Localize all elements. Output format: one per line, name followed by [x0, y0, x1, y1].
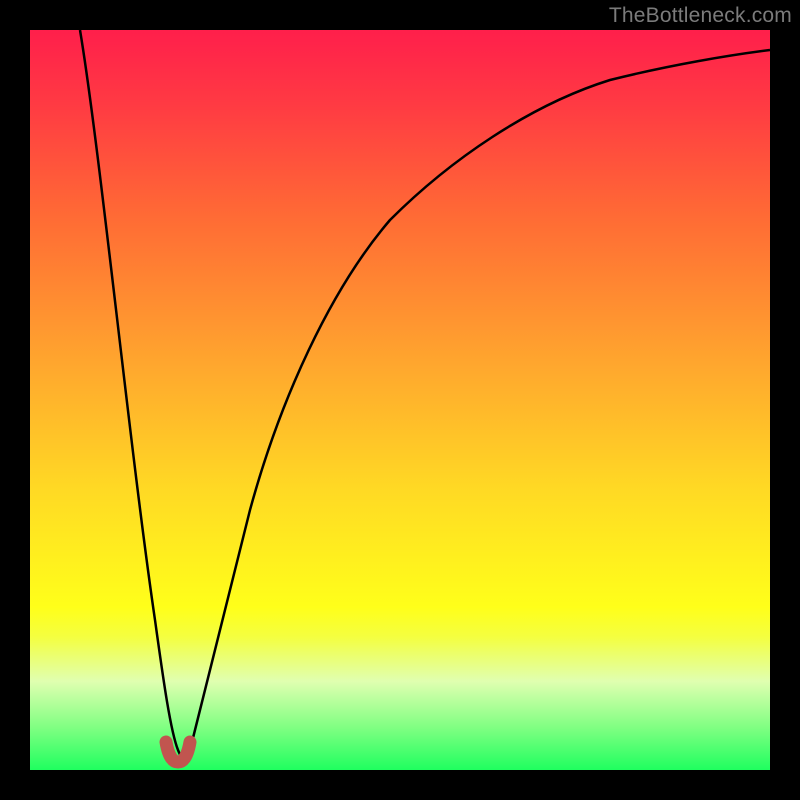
watermark-text: TheBottleneck.com — [609, 4, 792, 28]
curve-layer — [30, 30, 770, 770]
bottleneck-curve — [80, 30, 770, 759]
plot-area — [30, 30, 770, 770]
chart-frame: TheBottleneck.com — [0, 0, 800, 800]
